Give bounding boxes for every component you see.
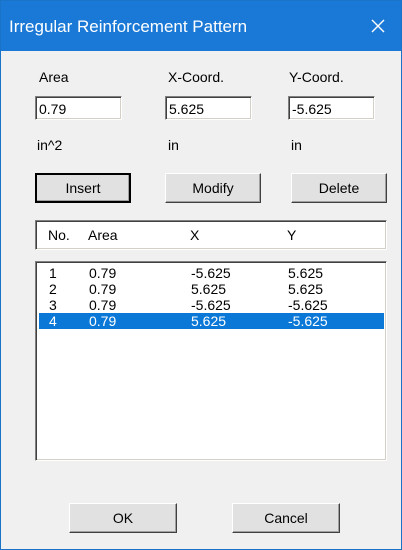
row-y: -5.625 — [288, 313, 328, 329]
row-y: 5.625 — [288, 281, 324, 297]
insert-button[interactable]: Insert — [35, 173, 131, 203]
header-area: Area — [88, 227, 118, 243]
list-row[interactable]: 3 0.79 -5.625 -5.625 — [39, 297, 384, 313]
row-area: 0.79 — [89, 297, 117, 313]
row-area: 0.79 — [89, 265, 117, 281]
row-no: 2 — [49, 281, 57, 297]
row-no: 3 — [49, 297, 57, 313]
area-unit: in^2 — [37, 137, 63, 153]
area-label: Area — [39, 69, 69, 85]
row-no: 1 — [49, 265, 57, 281]
area-input[interactable]: 0.79 — [35, 96, 122, 120]
modify-button[interactable]: Modify — [165, 173, 261, 203]
y-coord-input[interactable]: -5.625 — [288, 96, 375, 120]
title-bar[interactable]: Irregular Reinforcement Pattern — [1, 1, 401, 51]
row-x: -5.625 — [191, 265, 231, 281]
row-x: -5.625 — [191, 297, 231, 313]
dialog-window: Irregular Reinforcement Pattern Area X-C… — [0, 0, 402, 550]
list-row[interactable]: 1 0.79 -5.625 5.625 — [39, 265, 384, 281]
row-area: 0.79 — [89, 313, 117, 329]
row-area: 0.79 — [89, 281, 117, 297]
ok-button[interactable]: OK — [69, 503, 177, 533]
row-x: 5.625 — [191, 281, 227, 297]
x-coord-label: X-Coord. — [168, 69, 225, 85]
list-row[interactable]: 4 0.79 5.625 -5.625 — [39, 313, 384, 329]
window-title: Irregular Reinforcement Pattern — [9, 17, 248, 36]
header-no: No. — [48, 227, 70, 243]
reinforcement-list[interactable]: 1 0.79 -5.625 5.625 2 0.79 5.625 5.625 3 0.79 -5.6… — [35, 261, 387, 461]
y-coord-label: Y-Coord. — [289, 69, 344, 85]
x-unit: in — [168, 137, 179, 153]
list-header: No. Area X Y — [35, 220, 387, 250]
close-button[interactable] — [355, 1, 401, 51]
close-icon — [371, 19, 385, 33]
list-row[interactable]: 2 0.79 5.625 5.625 — [39, 281, 384, 297]
header-y: Y — [287, 227, 297, 243]
row-y: 5.625 — [288, 265, 324, 281]
delete-button[interactable]: Delete — [291, 173, 387, 203]
x-coord-input[interactable]: 5.625 — [165, 96, 252, 120]
row-x: 5.625 — [191, 313, 227, 329]
row-y: -5.625 — [288, 297, 328, 313]
header-x: X — [190, 227, 200, 243]
y-unit: in — [291, 137, 302, 153]
cancel-button[interactable]: Cancel — [232, 503, 340, 533]
row-no: 4 — [49, 313, 57, 329]
